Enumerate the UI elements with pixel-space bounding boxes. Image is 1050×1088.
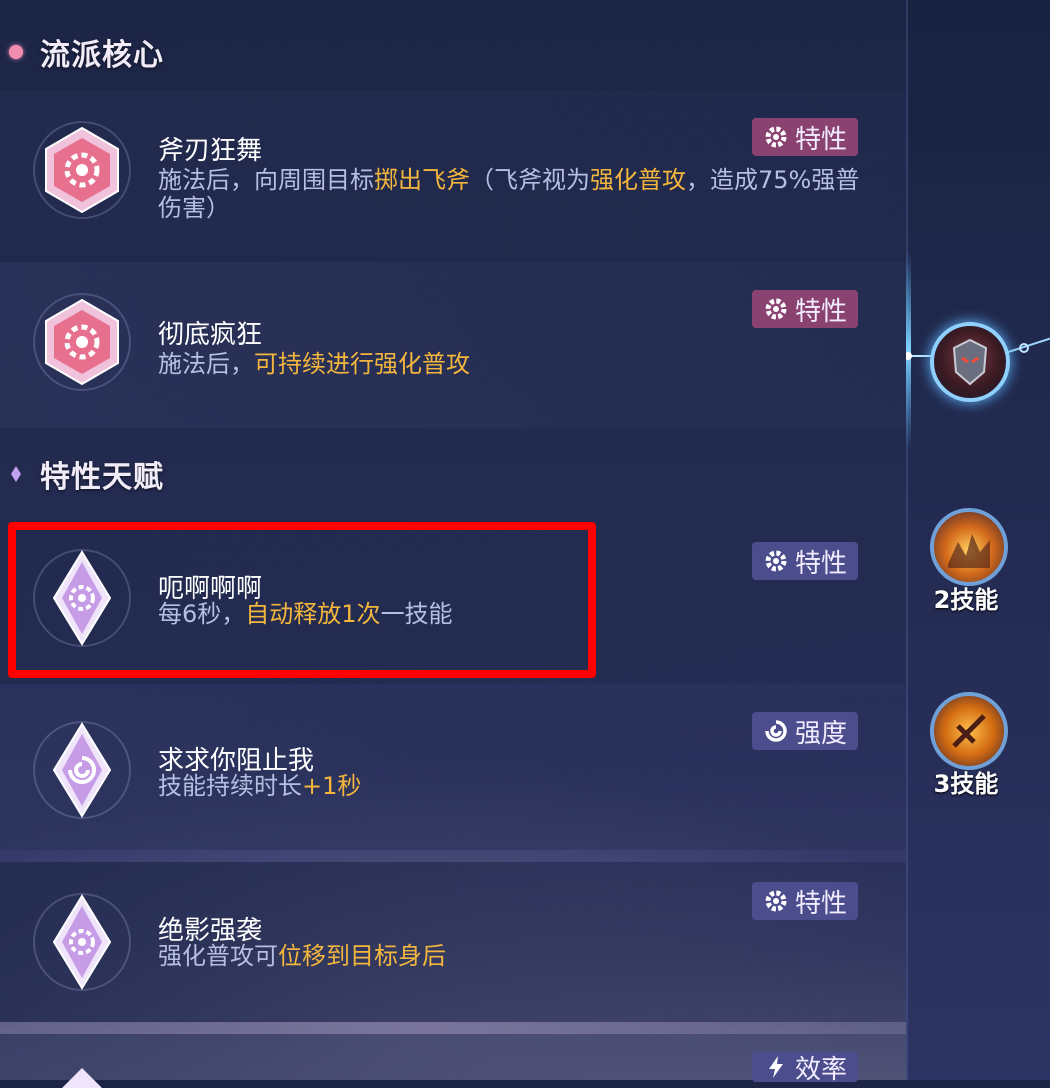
skill-node-passive[interactable] [930,322,1010,402]
spinning-axe-icon [952,714,986,748]
talent-card-total-madness[interactable]: 彻底疯狂 施法后，可持续进行强化普攻 特性 [0,262,906,428]
section-title: 流派核心 [40,38,164,73]
skill-node-3[interactable] [930,692,1008,770]
talent-card-axe-dance[interactable]: 斧刃狂舞 施法后，向周围目标掷出飞斧（飞斧视为强化普攻，造成75%强普伤害） 特… [0,90,906,256]
talent-description: 施法后，向周围目标掷出飞斧（飞斧视为强化普攻，造成75%强普伤害） [158,166,860,222]
skill-label-2: 2技能 [933,586,999,614]
fire-slam-icon [948,534,990,568]
demon-helmet-icon [952,338,988,386]
talent-name: 斧刃狂舞 [158,136,263,166]
talent-description: 强化普攻可位移到目标身后 [158,942,446,970]
skill-label-3: 3技能 [933,770,999,798]
hexagon-bullet-icon [9,45,23,59]
tag-label: 强度 [794,718,847,749]
gear-icon [765,550,787,572]
diamond-bullet-icon [11,466,21,482]
lightning-icon [768,1056,783,1078]
tag-trait: 特性 [752,882,858,920]
tag-strength: 强度 [752,712,858,750]
core-gear-emblem-icon [33,121,131,219]
talent-name: 彻底疯狂 [158,320,263,350]
selection-highlight-box [8,522,596,678]
core-gear-emblem-icon [33,293,131,391]
tag-trait: 特性 [752,542,858,580]
diamond-gear-emblem-icon [33,893,131,991]
section-header-talent: 特性天赋 [8,452,164,496]
gear-icon [765,890,787,912]
tag-trait: 特性 [752,118,858,156]
tag-label: 特性 [794,124,847,155]
skill-node-2[interactable] [930,508,1008,586]
section-title: 特性天赋 [40,460,164,495]
swirl-icon [765,720,787,742]
tag-label: 特性 [794,548,847,579]
talent-list-panel: 流派核心 斧刃狂舞 施法后，向周围目标掷出飞斧（飞斧视为强化普攻，造成75%强普… [0,0,906,1088]
gear-icon [765,298,787,320]
tag-efficiency: 效率 [752,1052,858,1085]
gear-icon [765,126,787,148]
diamond-swirl-emblem-icon [33,721,131,819]
diamond-emblem-icon [62,1068,102,1088]
talent-card-please-stop-me[interactable]: 求求你阻止我 技能持续时长+1秒 强度 [0,690,906,850]
tag-label: 特性 [794,296,847,327]
talent-card-shadow-strike[interactable]: 绝影强袭 强化普攻可位移到目标身后 特性 [0,862,906,1022]
talent-description: 施法后，可持续进行强化普攻 [158,350,470,378]
tag-trait: 特性 [752,290,858,328]
talent-card-partial[interactable]: 效率 [0,1034,906,1088]
talent-description: 技能持续时长+1秒 [158,772,362,800]
section-header-core: 流派核心 [8,30,164,74]
tag-label: 特性 [794,888,847,919]
